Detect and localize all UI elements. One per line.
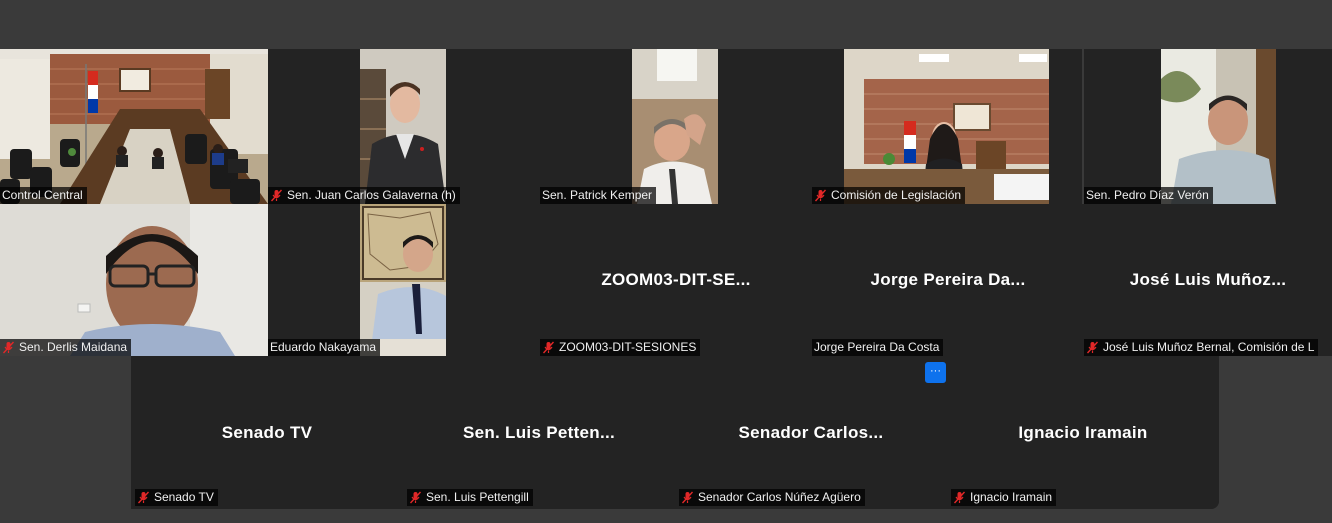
participant-tile-nunez[interactable]: Senador Carlos... Senador Carlos Núñez A…	[675, 356, 947, 509]
participant-display-name: Senador Carlos...	[738, 422, 884, 442]
participant-name: Sen. Derlis Maidana	[19, 340, 128, 354]
mic-muted-icon	[681, 491, 694, 504]
video-feed-maidana	[0, 204, 268, 356]
participant-name: Senado TV	[154, 490, 214, 504]
participant-display-name: Jorge Pereira Da...	[870, 270, 1026, 289]
participant-name-tag: Sen. Derlis Maidana	[0, 339, 132, 356]
participant-name-tag: Sen. Juan Carlos Galaverna (h)	[268, 187, 460, 204]
participant-display-name: ZOOM03-DIT-SE...	[601, 270, 751, 289]
video-feed-galaverna	[360, 49, 446, 204]
participant-name-tag: ZOOM03-DIT-SESIONES	[540, 339, 701, 356]
video-feed-comision	[844, 49, 1049, 204]
participant-name-tag: José Luis Muñoz Bernal, Comisión de L	[1084, 339, 1319, 356]
participant-name: Sen. Juan Carlos Galaverna (h)	[287, 188, 456, 202]
participant-tile-iramain[interactable]: Ignacio Iramain Ignacio Iramain	[947, 356, 1219, 509]
mic-muted-icon	[542, 341, 555, 354]
mic-muted-icon	[1086, 341, 1099, 354]
participant-name: Comisión de Legislación	[831, 188, 962, 202]
participant-tile-maidana[interactable]: Sen. Derlis Maidana	[0, 204, 268, 356]
participant-display-name: José Luis Muñoz...	[1129, 270, 1287, 289]
participant-name: Senador Carlos Núñez Agüero	[698, 490, 861, 504]
mic-muted-icon	[2, 341, 15, 354]
participant-tile-nakayama[interactable]: Eduardo Nakayama	[268, 204, 540, 356]
participant-tile-zoom03[interactable]: ZOOM03-DIT-SE... ZOOM03-DIT-SESIONES	[540, 204, 812, 356]
participant-name: Sen. Patrick Kemper	[542, 188, 653, 202]
participant-name: José Luis Muñoz Bernal, Comisión de L	[1103, 340, 1315, 354]
participant-name: Sen. Luis Pettengill	[426, 490, 529, 504]
video-feed-kemper	[632, 49, 718, 204]
participant-name-tag: Senador Carlos Núñez Agüero	[679, 489, 865, 506]
video-feed-diaz-veron	[1161, 49, 1276, 204]
participant-name: Ignacio Iramain	[970, 490, 1053, 504]
participant-name-tag: Ignacio Iramain	[951, 489, 1057, 506]
participant-tile-pettengill[interactable]: Sen. Luis Petten... Sen. Luis Pettengill	[403, 356, 675, 509]
participant-tile-pereira[interactable]: Jorge Pereira Da... Jorge Pereira Da Cos…	[812, 204, 1084, 356]
participant-tile-galaverna[interactable]: Sen. Juan Carlos Galaverna (h)	[268, 49, 540, 204]
mic-muted-icon	[953, 491, 966, 504]
participant-name: Jorge Pereira Da Costa	[814, 340, 940, 354]
mic-muted-icon	[814, 189, 827, 202]
participant-name: Sen. Pedro Díaz Verón	[1086, 188, 1209, 202]
participant-tile-comision-legislacion[interactable]: Comisión de Legislación	[812, 49, 1082, 204]
participant-display-name: Ignacio Iramain	[1018, 422, 1148, 442]
participant-tile-kemper[interactable]: Sen. Patrick Kemper	[540, 49, 812, 204]
participant-name-tag: Sen. Pedro Díaz Verón	[1084, 187, 1213, 204]
participant-tile-diaz-veron[interactable]: Sen. Pedro Díaz Verón	[1084, 49, 1332, 204]
more-options-button[interactable]: ···	[925, 362, 946, 383]
participant-name-tag: Senado TV	[135, 489, 218, 506]
participant-tile-control-central[interactable]: Control Central	[0, 49, 268, 204]
mic-muted-icon	[270, 189, 283, 202]
participant-name-tag: Eduardo Nakayama	[268, 339, 381, 356]
video-feed-room	[0, 49, 268, 204]
participant-name: ZOOM03-DIT-SESIONES	[559, 340, 697, 354]
participant-name-tag: Sen. Luis Pettengill	[407, 489, 533, 506]
participant-name-tag: Sen. Patrick Kemper	[540, 187, 657, 204]
mic-muted-icon	[137, 491, 150, 504]
participant-name: Eduardo Nakayama	[270, 340, 377, 354]
participant-tile-senado-tv[interactable]: Senado TV Senado TV	[131, 356, 403, 509]
participant-name: Control Central	[2, 188, 83, 202]
participant-display-name: Sen. Luis Petten...	[462, 422, 616, 442]
participant-name-tag: Comisión de Legislación	[812, 187, 966, 204]
participant-tile-munoz[interactable]: José Luis Muñoz... José Luis Muñoz Berna…	[1084, 204, 1332, 356]
video-feed-nakayama	[360, 204, 446, 356]
participant-name-tag: Jorge Pereira Da Costa	[812, 339, 944, 356]
mic-muted-icon	[409, 491, 422, 504]
participant-name-tag: Control Central	[0, 187, 87, 204]
participant-display-name: Senado TV	[221, 422, 313, 442]
